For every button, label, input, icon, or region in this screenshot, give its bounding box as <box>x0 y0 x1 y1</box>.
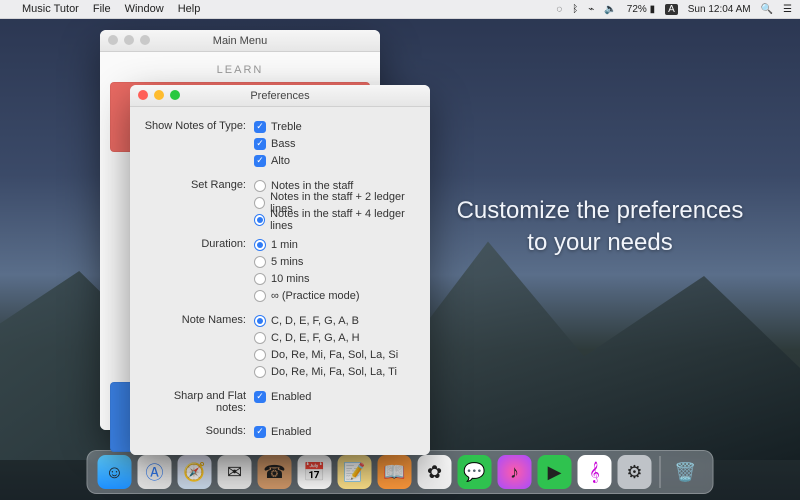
names-option-0: C, D, E, F, G, A, B <box>271 315 359 327</box>
dock: ☺ Ⓐ 🧭 ✉︎ ☎︎ 📅 📝 📖 ✿ 💬 ♪ ▶ 𝄞 ⚙︎ 🗑️ <box>87 450 714 494</box>
hero-line-1: Customize the preferences <box>440 195 760 227</box>
set-range-label: Set Range: <box>144 178 254 191</box>
duration-option-0: 1 min <box>271 239 298 251</box>
menu-bar: Music Tutor File Window Help ◌ ᛒ ⌁ 🔈 72%… <box>0 0 800 19</box>
range-option-2: Notes in the staff + 4 ledger lines <box>270 208 416 232</box>
dock-photos-icon[interactable]: ✿ <box>418 455 452 489</box>
names-radio-1[interactable] <box>254 332 266 344</box>
minimize-icon[interactable] <box>154 90 164 100</box>
dock-facetime-icon[interactable]: ▶ <box>538 455 572 489</box>
show-notes-label: Show Notes of Type: <box>144 119 254 132</box>
alto-checkbox[interactable]: ✓ <box>254 155 266 167</box>
names-radio-0[interactable] <box>254 315 266 327</box>
menu-file[interactable]: File <box>93 3 111 15</box>
menu-window[interactable]: Window <box>125 3 164 15</box>
spotlight-icon[interactable]: 🔍 <box>761 4 773 15</box>
dock-appstore-icon[interactable]: Ⓐ <box>138 455 172 489</box>
battery-status[interactable]: 72% ▮ <box>627 4 655 15</box>
dock-messages-icon[interactable]: 💬 <box>458 455 492 489</box>
dock-music-tutor-icon[interactable]: 𝄞 <box>578 455 612 489</box>
zoom-icon[interactable] <box>140 35 150 45</box>
duration-radio-0[interactable] <box>254 239 266 251</box>
close-icon[interactable] <box>108 35 118 45</box>
close-icon[interactable] <box>138 90 148 100</box>
dock-separator <box>660 456 661 488</box>
dock-system-preferences-icon[interactable]: ⚙︎ <box>618 455 652 489</box>
preferences-titlebar[interactable]: Preferences <box>130 85 430 107</box>
bluetooth-icon[interactable]: ᛒ <box>572 4 578 15</box>
range-radio-0[interactable] <box>254 180 266 192</box>
dock-notes-icon[interactable]: 📝 <box>338 455 372 489</box>
sounds-checkbox[interactable]: ✓ <box>254 426 266 438</box>
bass-label: Bass <box>271 138 295 150</box>
names-option-3: Do, Re, Mi, Fa, Sol, La, Ti <box>271 366 397 378</box>
dock-ibooks-icon[interactable]: 📖 <box>378 455 412 489</box>
names-option-2: Do, Re, Mi, Fa, Sol, La, Si <box>271 349 398 361</box>
menu-help[interactable]: Help <box>178 3 201 15</box>
minimize-icon[interactable] <box>124 35 134 45</box>
dock-calendar-icon[interactable]: 📅 <box>298 455 332 489</box>
main-menu-titlebar[interactable]: Main Menu <box>100 30 380 52</box>
wifi-icon[interactable]: ⌁ <box>588 4 594 15</box>
names-option-1: C, D, E, F, G, A, H <box>271 332 360 344</box>
duration-radio-1[interactable] <box>254 256 266 268</box>
treble-checkbox[interactable]: ✓ <box>254 121 266 133</box>
sharp-flat-value: Enabled <box>271 391 311 403</box>
hero-text: Customize the preferences to your needs <box>440 195 760 260</box>
duration-option-3: ∞ (Practice mode) <box>271 290 360 302</box>
duration-option-1: 5 mins <box>271 256 303 268</box>
app-menu[interactable]: Music Tutor <box>22 3 79 15</box>
names-radio-3[interactable] <box>254 366 266 378</box>
preferences-window: Preferences Show Notes of Type: ✓Treble … <box>130 85 430 455</box>
volume-icon[interactable]: 🔈 <box>604 4 616 15</box>
learn-section-label: LEARN <box>110 64 370 76</box>
alto-label: Alto <box>271 155 290 167</box>
sharp-flat-label: Sharp and Flat notes: <box>144 389 254 414</box>
duration-radio-2[interactable] <box>254 273 266 285</box>
dock-contacts-icon[interactable]: ☎︎ <box>258 455 292 489</box>
dock-mail-icon[interactable]: ✉︎ <box>218 455 252 489</box>
dock-finder-icon[interactable]: ☺ <box>98 455 132 489</box>
sharp-flat-checkbox[interactable]: ✓ <box>254 391 266 403</box>
input-source-icon[interactable]: A <box>665 4 678 15</box>
hero-line-2: to your needs <box>440 227 760 259</box>
sounds-label: Sounds: <box>144 424 254 437</box>
names-radio-2[interactable] <box>254 349 266 361</box>
clock[interactable]: Sun 12:04 AM <box>688 4 751 15</box>
bass-checkbox[interactable]: ✓ <box>254 138 266 150</box>
duration-radio-3[interactable] <box>254 290 266 302</box>
duration-label: Duration: <box>144 237 254 250</box>
dock-itunes-icon[interactable]: ♪ <box>498 455 532 489</box>
cloud-icon[interactable]: ◌ <box>556 4 562 15</box>
note-names-label: Note Names: <box>144 313 254 326</box>
dock-safari-icon[interactable]: 🧭 <box>178 455 212 489</box>
range-radio-1[interactable] <box>254 197 265 209</box>
preferences-title: Preferences <box>250 90 309 102</box>
treble-label: Treble <box>271 121 302 133</box>
sounds-value: Enabled <box>271 426 311 438</box>
notification-center-icon[interactable]: ☰ <box>783 4 792 15</box>
range-radio-2[interactable] <box>254 214 265 226</box>
zoom-icon[interactable] <box>170 90 180 100</box>
main-menu-title: Main Menu <box>213 35 267 47</box>
duration-option-2: 10 mins <box>271 273 310 285</box>
dock-trash-icon[interactable]: 🗑️ <box>669 455 703 489</box>
